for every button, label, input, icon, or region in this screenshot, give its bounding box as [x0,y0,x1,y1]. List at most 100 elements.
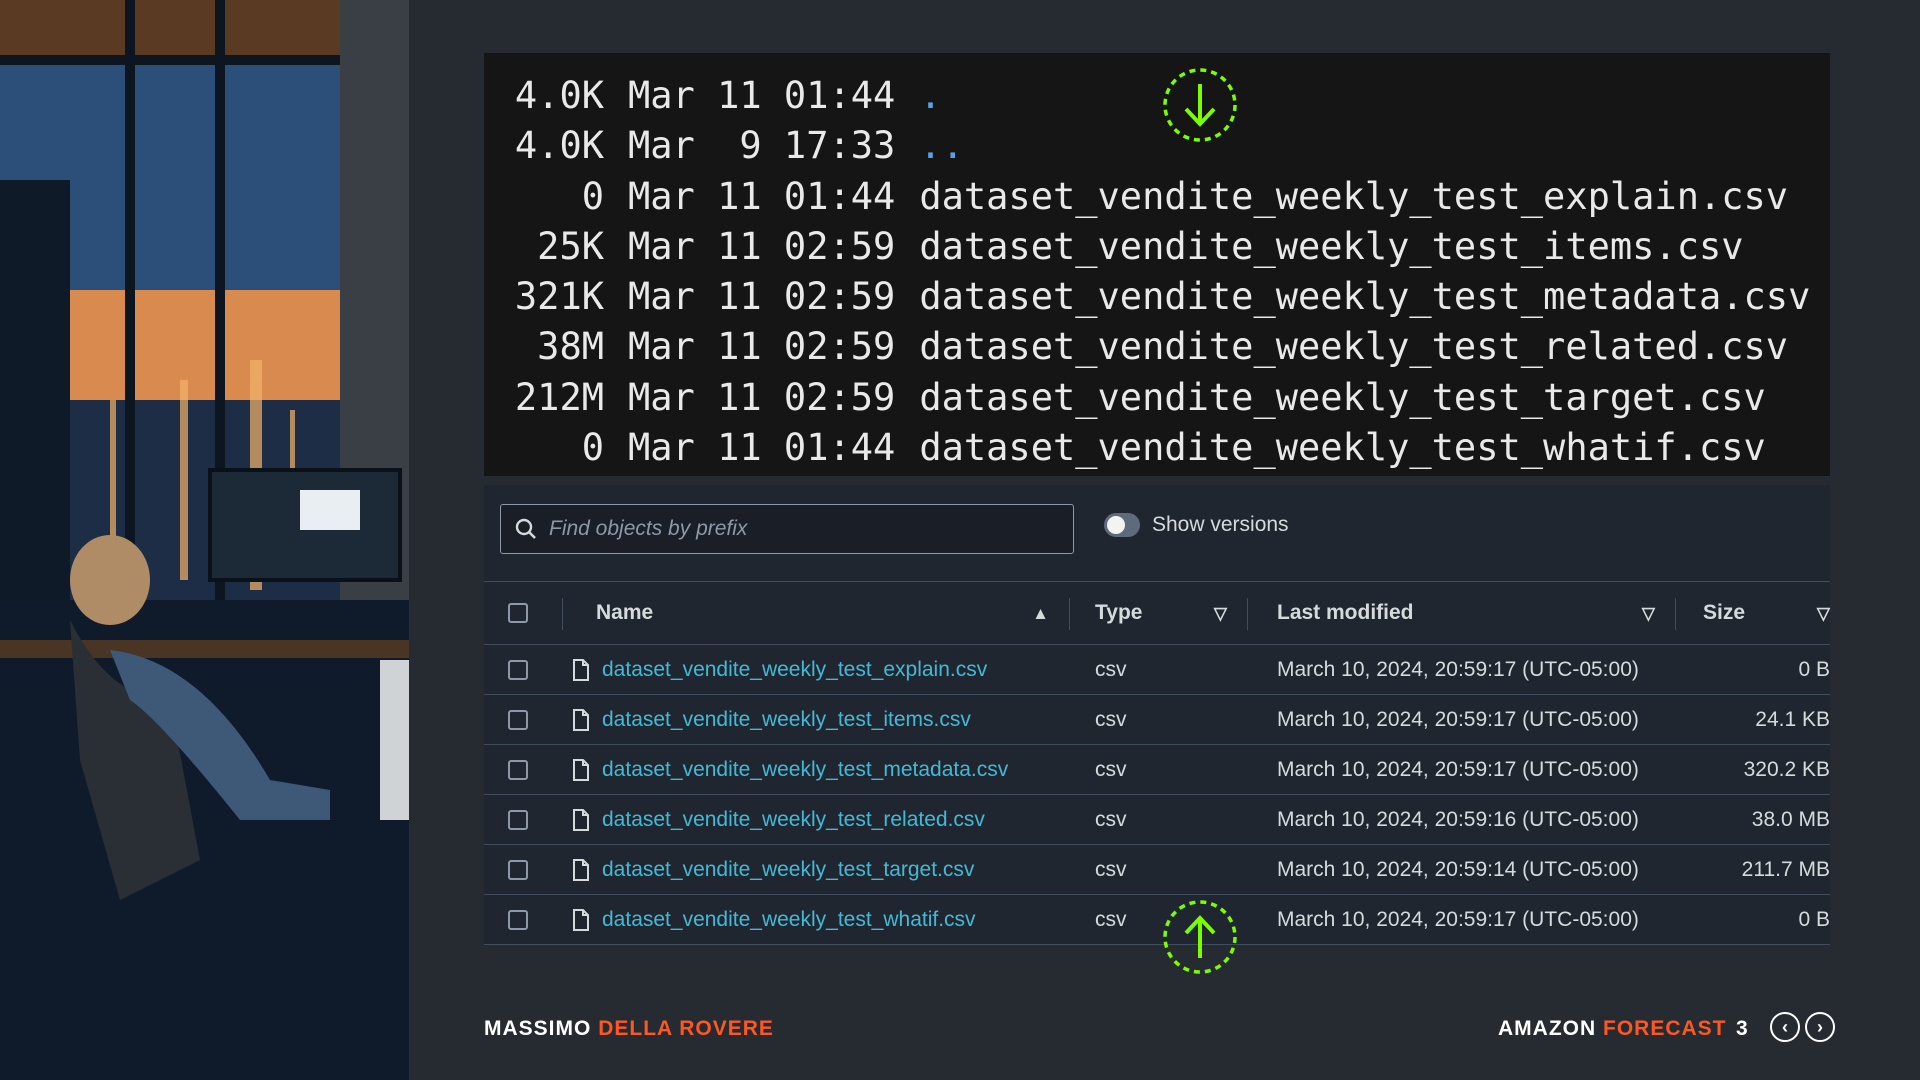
table-row: dataset_vendite_weekly_test_metadata.csv… [484,745,1830,795]
sort-up-icon[interactable]: ▲ [1032,604,1049,624]
file-size: 4.0K [514,74,604,117]
column-header-type[interactable]: Type ▽ [1069,598,1247,630]
object-name-cell: dataset_vendite_weekly_test_items.csv [562,708,1069,732]
object-link[interactable]: dataset_vendite_weekly_test_target.csv [602,858,974,882]
object-link[interactable]: dataset_vendite_weekly_test_explain.csv [602,658,987,682]
terminal-line: 25K Mar 11 02:59 dataset_vendite_weekly_te… [484,222,1830,272]
table-row: dataset_vendite_weekly_test_related.csv … [484,795,1830,845]
column-divider [1069,598,1070,630]
row-checkbox[interactable] [508,909,528,930]
file-name: dataset_vendite_weekly_test_metadata.csv [919,275,1811,319]
row-checkbox[interactable] [508,809,528,830]
select-all-checkbox[interactable] [508,603,528,623]
object-size: 320.2 KB [1743,757,1830,781]
file-size: 25K [537,224,604,268]
file-icon [573,908,589,931]
object-link[interactable]: dataset_vendite_weekly_test_items.csv [602,708,971,732]
file-name: dataset_vendite_weekly_test_target.csv [919,375,1766,419]
row-checkbox[interactable] [508,709,528,730]
terminal-line: 0 Mar 11 01:44 dataset_vendite_weekly_test… [484,172,1830,222]
row-checkbox[interactable] [508,759,528,780]
chevron-left-icon[interactable]: ‹ [1770,1012,1800,1042]
column-header-size[interactable]: Size ▽ [1675,598,1830,630]
object-link[interactable]: dataset_vendite_weekly_test_whatif.csv [602,908,976,932]
terminal-line: 212M Mar 11 02:59 dataset_vendite_weekly_t… [484,373,1830,423]
sort-down-icon[interactable]: ▽ [1817,604,1830,624]
file-date: Mar 11 01:44 [628,426,896,470]
select-all-cell [484,603,562,623]
column-header-last-modified[interactable]: Last modified ▽ [1247,598,1675,630]
row-checkbox[interactable] [508,659,528,680]
file-date: Mar 11 01:44 [628,174,896,218]
arrow-up-icon [1163,900,1237,974]
row-select-cell [484,659,562,680]
object-type: csv [1095,657,1127,681]
object-last-modified: March 10, 2024, 20:59:16 (UTC-05:00) [1277,807,1639,831]
file-date: Mar 9 17:33 [628,124,896,168]
table-row: dataset_vendite_weekly_test_explain.csv … [484,645,1830,695]
sort-down-icon[interactable]: ▽ [1642,604,1655,624]
file-size: 38M [537,325,604,369]
file-icon [573,758,589,781]
column-label: Name [596,601,654,624]
terminal-line: 4.0K Mar 11 01:44. [484,71,1830,121]
object-link[interactable]: dataset_vendite_weekly_test_related.csv [602,808,985,832]
object-last-modified: March 10, 2024, 20:59:14 (UTC-05:00) [1277,857,1639,881]
object-type: csv [1095,707,1127,731]
search-input[interactable] [549,517,1049,541]
arrow-down-icon [1163,68,1237,142]
object-type: csv [1095,757,1127,781]
row-select-cell [484,859,562,880]
object-last-modified: March 10, 2024, 20:59:17 (UTC-05:00) [1277,907,1639,931]
file-name: dataset_vendite_weekly_test_related.csv [919,325,1789,369]
object-size: 38.0 MB [1751,807,1830,831]
author-last-name: DELLA ROVERE [598,1017,774,1040]
column-divider [1247,598,1248,630]
table-header: Name ▲ Type ▽ Last modified ▽ Size ▽ [484,581,1830,645]
chevron-right-icon[interactable]: › [1805,1012,1835,1042]
row-checkbox[interactable] [508,859,528,880]
column-header-name[interactable]: Name ▲ [562,598,1069,630]
column-label: Type [1095,601,1143,624]
file-size: 321K [514,275,604,319]
column-label: Last modified [1277,601,1414,624]
object-last-modified: March 10, 2024, 20:59:17 (UTC-05:00) [1277,707,1639,731]
terminal-line: 38M Mar 11 02:59 dataset_vendite_weekly_te… [484,322,1830,372]
file-date: Mar 11 02:59 [628,275,896,319]
row-select-cell [484,759,562,780]
topic-last: FORECAST [1603,1017,1727,1040]
table-row: dataset_vendite_weekly_test_whatif.csv c… [484,895,1830,945]
object-last-modified: March 10, 2024, 20:59:17 (UTC-05:00) [1277,657,1639,681]
file-icon [573,658,589,681]
objects-table: Name ▲ Type ▽ Last modified ▽ Size ▽ dat… [484,581,1830,945]
terminal-line: 4.0K Mar 9 17:33.. [484,121,1830,171]
object-size: 0 B [1798,907,1830,931]
file-icon [573,708,589,731]
show-versions-toggle[interactable] [1104,513,1140,537]
file-name: dataset_vendite_weekly_test_items.csv [919,224,1744,268]
row-select-cell [484,709,562,730]
topic-first: AMAZON [1498,1017,1597,1040]
object-name-cell: dataset_vendite_weekly_test_explain.csv [562,658,1069,682]
footer-topic: AMAZON FORECAST [1498,1017,1727,1041]
terminal-line: 321K Mar 11 02:59 dataset_vendite_weekly_t… [484,272,1830,322]
column-label: Size [1703,601,1746,624]
file-size: 4.0K [514,124,604,168]
object-last-modified: March 10, 2024, 20:59:17 (UTC-05:00) [1277,757,1639,781]
author-first-name: MASSIMO [484,1017,592,1040]
sort-down-icon[interactable]: ▽ [1214,604,1227,624]
object-link[interactable]: dataset_vendite_weekly_test_metadata.csv [602,758,1008,782]
object-size: 0 B [1798,657,1830,681]
file-size: 0 [581,174,604,218]
footer-author: MASSIMO DELLA ROVERE [484,1017,774,1041]
terminal-line: 0 Mar 11 01:44 dataset_vendite_weekly_test… [484,423,1830,473]
object-type: csv [1095,807,1127,831]
file-size: 212M [514,375,604,419]
s3-objects-panel: Show versions Name ▲ Type ▽ Last modifie… [484,485,1830,945]
object-size: 211.7 MB [1741,857,1830,881]
search-box [500,504,1074,554]
file-date: Mar 11 02:59 [628,224,896,268]
office-illustration [0,0,409,1080]
terminal-listing: 4.0K Mar 11 01:44. 4.0K Mar 9 17:33.. 0 Mar… [484,53,1830,476]
file-name: dataset_vendite_weekly_test_explain.csv [919,174,1789,218]
